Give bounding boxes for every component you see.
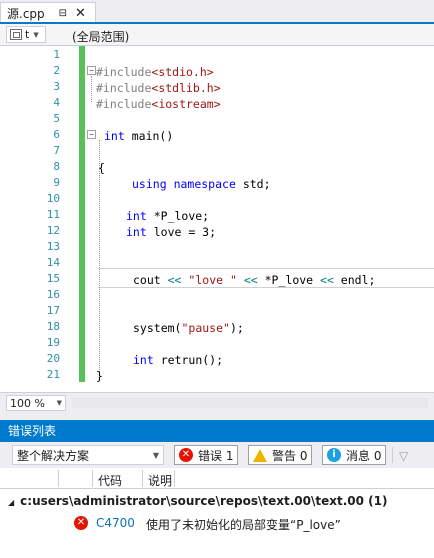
code-editor[interactable]: − − 1 2 3 4 5 6 7 8 9 10 11 12 13 14 15 16 17 18 19 20 21 #i… — [0, 46, 434, 392]
code-line: #include<stdio.h> — [96, 65, 214, 79]
line-number: 13 — [46, 240, 60, 253]
line-number: 7 — [53, 144, 60, 157]
zoom-value: 100 % — [10, 396, 45, 410]
code-line: cout << "love " << *P_love << endl; — [133, 273, 376, 287]
chevron-down-icon: ▼ — [56, 399, 62, 407]
column-header-description[interactable]: 说明 — [148, 472, 172, 489]
messages-filter-label: 消息 0 — [346, 448, 382, 463]
error-list-header: 代码 说明 — [0, 468, 434, 489]
document-tab[interactable]: 源.cpp ⊟ ✕ — [0, 2, 96, 24]
editor-status-bar: 100 % ▼ — [0, 392, 434, 412]
project-icon — [10, 29, 22, 40]
zoom-dropdown[interactable]: 100 % ▼ — [6, 395, 66, 411]
line-number: 19 — [46, 336, 60, 349]
error-group-path: c:users\administrator\source\repos\text.… — [20, 494, 388, 508]
code-line: { — [98, 161, 105, 175]
error-list-title: 错误列表 — [0, 420, 434, 442]
column-header-code[interactable]: 代码 — [98, 472, 122, 489]
project-scope-dropdown[interactable]: t ▼ — [6, 26, 46, 43]
column-separator[interactable] — [174, 470, 175, 487]
pin-icon[interactable]: ⊟ — [59, 8, 67, 19]
chevron-down-icon: ▼ — [152, 450, 159, 460]
line-number: 1 — [53, 48, 60, 61]
warnings-filter-button[interactable]: 警告 0 — [248, 445, 313, 465]
line-number: 14 — [46, 256, 60, 269]
project-scope-value: t — [25, 28, 30, 41]
document-tab-name: 源.cpp — [7, 7, 45, 21]
navigation-bar: t ▼ (全局范围) — [0, 24, 434, 46]
line-number: 10 — [46, 192, 60, 205]
code-line: int main() — [104, 129, 174, 143]
chevron-down-icon: ▼ — [33, 30, 39, 39]
column-separator[interactable] — [142, 470, 143, 487]
warnings-filter-label: 警告 0 — [272, 448, 308, 463]
error-code-link[interactable]: C4700 — [96, 516, 135, 530]
error-scope-value: 整个解决方案 — [17, 448, 90, 463]
line-number: 5 — [53, 112, 60, 125]
info-icon: i — [327, 448, 341, 462]
code-line: #include<stdlib.h> — [96, 81, 221, 95]
error-list-grid: 代码 说明 ◢ c:users\administrator\source\repo… — [0, 468, 434, 558]
filter-icon[interactable]: ▽ — [399, 449, 408, 463]
column-separator[interactable] — [58, 470, 59, 487]
error-scope-dropdown[interactable]: 整个解决方案 ▼ — [12, 445, 164, 465]
error-icon: ✕ — [74, 516, 88, 530]
line-number: 16 — [46, 288, 60, 301]
error-icon: ✕ — [179, 448, 193, 462]
code-line: using namespace std; — [132, 177, 271, 191]
column-separator[interactable] — [92, 470, 93, 487]
error-description: 使用了未初始化的局部变量“P_love” — [146, 518, 341, 532]
code-line: int *P_love; — [126, 209, 210, 223]
error-group-row[interactable]: ◢ c:users\administrator\source\repos\text… — [8, 494, 387, 508]
messages-filter-button[interactable]: i 消息 0 — [322, 445, 387, 465]
code-line: } — [96, 369, 103, 383]
toolbar-separator — [392, 447, 393, 463]
errors-filter-button[interactable]: ✕ 错误 1 — [174, 445, 239, 465]
table-row[interactable]: ✕ C4700 使用了未初始化的局部变量“P_love” — [0, 513, 434, 533]
errors-filter-label: 错误 1 — [198, 448, 234, 463]
horizontal-scrollbar[interactable] — [72, 398, 428, 408]
code-line: int retrun(); — [133, 353, 224, 367]
close-icon[interactable]: ✕ — [75, 7, 86, 20]
global-scope-dropdown[interactable]: (全局范围) — [72, 28, 129, 45]
code-line: system("pause"); — [133, 321, 244, 335]
expand-triangle-icon[interactable]: ◢ — [8, 498, 14, 507]
line-number: 17 — [46, 304, 60, 317]
code-line: int love = 3; — [126, 225, 217, 239]
error-list-toolbar: 整个解决方案 ▼ ✕ 错误 1 警告 0 i 消息 0 ▽ — [0, 442, 434, 468]
warning-icon — [253, 448, 267, 462]
document-tab-strip: 源.cpp ⊟ ✕ — [0, 0, 434, 24]
code-line: #include<iostream> — [96, 97, 221, 111]
